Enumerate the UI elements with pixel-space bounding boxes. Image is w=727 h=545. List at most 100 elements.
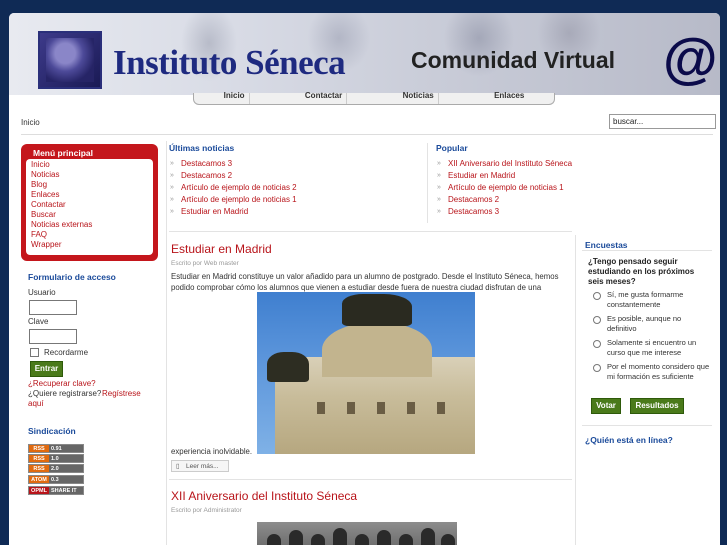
results-button[interactable]: Resultados — [630, 398, 684, 414]
feed-version: 1.0 — [49, 455, 83, 462]
poll-question: ¿Tengo pensado seguir estudiando en los … — [588, 257, 695, 286]
read-more-label: Leer más... — [186, 463, 219, 470]
menu-item-buscar[interactable]: Buscar — [31, 210, 148, 220]
opml-feed[interactable]: OPML SHARE IT — [28, 486, 84, 495]
read-more-button[interactable]: ▯ Leer más... — [171, 460, 229, 472]
popular-item[interactable]: XII Aniversario del Instituto Séneca — [436, 158, 572, 170]
rss-icon: RSS — [29, 465, 49, 472]
site-banner: Instituto Séneca Comunidad Virtual @ — [9, 13, 720, 95]
rss-091-feed[interactable]: RSS 0.91 — [28, 444, 84, 453]
latest-news-item[interactable]: Artículo de ejemplo de noticias 2 — [169, 182, 297, 194]
rss-10-feed[interactable]: RSS 1.0 — [28, 454, 84, 463]
feed-version: SHARE IT — [49, 487, 83, 494]
username-label: Usuario — [28, 288, 56, 297]
news-column-separator — [427, 143, 428, 223]
popular-list: XII Aniversario del Instituto Séneca Est… — [436, 158, 572, 218]
register-link[interactable]: Regístrese — [102, 389, 141, 399]
menu-item-wrapper[interactable]: Wrapper — [31, 240, 148, 250]
feed-version: 0.91 — [49, 445, 83, 452]
site-slogan: Comunidad Virtual — [411, 47, 616, 73]
latest-news-title: Últimas noticias — [169, 143, 235, 153]
poll-option-label: Por el momento considero que mi formació… — [607, 362, 710, 381]
register-link-aqui[interactable]: aquí — [28, 399, 44, 409]
popular-item[interactable]: Destacamos 2 — [436, 194, 572, 206]
syndication-title: Sindicación — [28, 426, 76, 436]
poll-option[interactable]: Solamente si encuentro un curso que me i… — [592, 338, 712, 357]
menu-item-blog[interactable]: Blog — [31, 180, 148, 190]
login-form-title: Formulario de acceso — [28, 272, 116, 282]
menu-item-inicio[interactable]: Inicio — [31, 160, 148, 170]
poll-divider — [582, 250, 712, 251]
article-body-end: experiencia inolvidable. — [171, 447, 253, 456]
topnav-enlaces[interactable]: Enlaces — [490, 92, 528, 104]
poll-title: Encuestas — [585, 240, 628, 250]
main-menu: Menú principal Inicio Noticias Blog Enla… — [21, 144, 158, 261]
menu-item-noticias[interactable]: Noticias — [31, 170, 148, 180]
article-author: Escrito por Administrator — [171, 507, 242, 514]
vote-button[interactable]: Votar — [591, 398, 621, 414]
popular-title: Popular — [436, 143, 468, 153]
article-body: Estudiar en Madrid constituye un valor a… — [171, 272, 559, 292]
latest-news-item[interactable]: Destacamos 2 — [169, 170, 297, 182]
topnav-inicio[interactable]: Inicio — [220, 92, 250, 104]
opml-icon: OPML — [29, 487, 49, 494]
username-field[interactable] — [29, 300, 77, 315]
radio-button[interactable] — [593, 340, 601, 348]
password-field[interactable] — [29, 329, 77, 344]
topnav-noticias[interactable]: Noticias — [399, 92, 439, 104]
register-prompt: ¿Quiere registrarse? — [28, 389, 102, 398]
article-divider — [169, 479, 572, 480]
right-separator — [575, 235, 576, 545]
rss-20-feed[interactable]: RSS 2.0 — [28, 464, 84, 473]
atom-feed[interactable]: ATOM 0.3 — [28, 475, 84, 484]
search-input[interactable] — [609, 114, 716, 129]
article-title[interactable]: Estudiar en Madrid — [171, 242, 272, 256]
poll-option[interactable]: Es posible, aunque no definitivo — [592, 314, 712, 333]
menu-item-noticias-externas[interactable]: Noticias externas — [31, 220, 148, 230]
at-icon: @ — [663, 26, 718, 89]
popular-item[interactable]: Estudiar en Madrid — [436, 170, 572, 182]
remember-checkbox[interactable] — [30, 348, 39, 357]
topnav-contactar[interactable]: Contactar — [301, 92, 348, 104]
login-button[interactable]: Entrar — [30, 361, 63, 377]
radio-button[interactable] — [593, 364, 601, 372]
menu-item-contactar[interactable]: Contactar — [31, 200, 148, 210]
poll-option[interactable]: Sí, me gusta formarme constantemente — [592, 290, 712, 309]
who-online-divider — [582, 425, 712, 426]
latest-news-item[interactable]: Destacamos 3 — [169, 158, 297, 170]
who-online-title: ¿Quién está en línea? — [585, 435, 673, 445]
poll-option-label: Sí, me gusta formarme constantemente — [607, 290, 684, 309]
latest-news-item[interactable]: Estudiar en Madrid — [169, 206, 297, 218]
page: Instituto Séneca Comunidad Virtual @ Ini… — [9, 13, 720, 545]
poll-option-label: Solamente si encuentro un curso que me i… — [607, 338, 697, 357]
article-author: Escrito por Web master — [171, 260, 239, 267]
poll-option[interactable]: Por el momento considero que mi formació… — [592, 362, 712, 381]
madrid-building-photo — [257, 292, 475, 454]
breadcrumb[interactable]: Inicio — [21, 118, 40, 127]
anniversary-group-photo — [257, 522, 457, 545]
feed-version: 2.0 — [49, 465, 83, 472]
rss-icon: RSS — [29, 455, 49, 462]
radio-button[interactable] — [593, 316, 601, 324]
radio-button[interactable] — [593, 292, 601, 300]
article-title[interactable]: XII Aniversario del Instituto Séneca — [171, 489, 357, 503]
main-menu-list: Inicio Noticias Blog Enlaces Contactar B… — [26, 159, 153, 255]
menu-item-faq[interactable]: FAQ — [31, 230, 148, 240]
main-menu-title: Menú principal — [33, 148, 93, 158]
popular-item[interactable]: Destacamos 3 — [436, 206, 572, 218]
forgot-password-link[interactable]: ¿Recuperar clave? — [28, 379, 96, 389]
remember-label: Recordarme — [44, 348, 89, 357]
institute-logo[interactable] — [38, 31, 102, 89]
rss-icon: RSS — [29, 445, 49, 452]
password-label: Clave — [28, 317, 49, 326]
poll-option-label: Es posible, aunque no definitivo — [607, 314, 682, 333]
popular-item[interactable]: Artículo de ejemplo de noticias 1 — [436, 182, 572, 194]
left-separator — [166, 141, 167, 545]
news-divider — [169, 231, 572, 232]
feed-version: 0.3 — [49, 476, 83, 483]
menu-item-enlaces[interactable]: Enlaces — [31, 190, 148, 200]
document-icon: ▯ — [176, 463, 180, 470]
latest-news-list: Destacamos 3 Destacamos 2 Artículo de ej… — [169, 158, 297, 218]
site-title: Instituto Séneca — [113, 43, 346, 82]
latest-news-item[interactable]: Artículo de ejemplo de noticias 1 — [169, 194, 297, 206]
